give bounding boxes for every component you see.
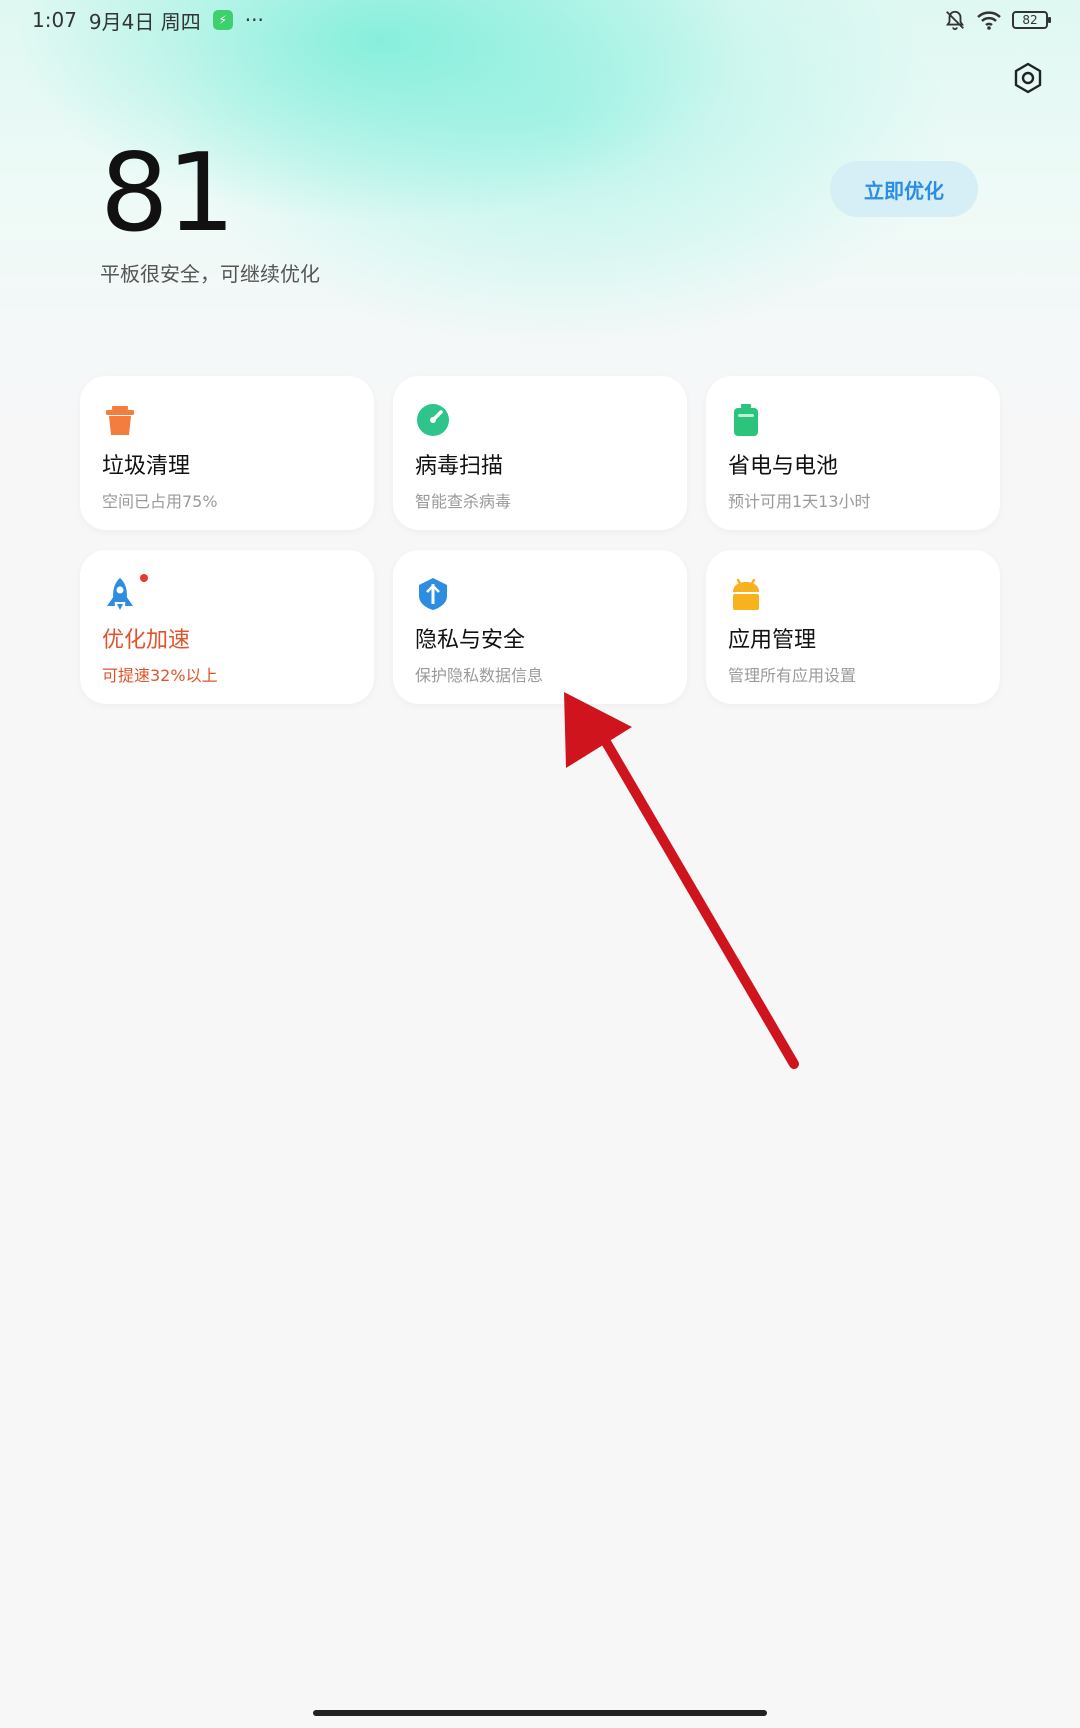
card-subtitle: 预计可用1天13小时	[728, 492, 871, 511]
mute-bell-icon	[945, 10, 965, 31]
virus-scan-card[interactable]: 病毒扫描 智能查杀病毒	[393, 376, 687, 530]
card-subtitle: 智能查杀病毒	[415, 492, 512, 511]
card-title: 隐私与安全	[415, 628, 526, 653]
battery-icon: 82	[1012, 11, 1051, 29]
shield-icon	[419, 578, 447, 610]
feature-grid: 垃圾清理 空间已占用75% 病毒扫描 智能查杀病毒 省电与电池 预计可用1天13…	[80, 376, 1000, 704]
security-status-text: 平板很安全，可继续优化	[100, 262, 320, 286]
optimize-now-button[interactable]: 立即优化	[830, 161, 978, 217]
battery-icon	[734, 404, 758, 436]
junk-cleanup-card[interactable]: 垃圾清理 空间已占用75%	[80, 376, 374, 530]
status-time: 1:07	[32, 8, 77, 32]
card-subtitle: 保护隐私数据信息	[415, 666, 544, 685]
android-icon	[733, 578, 759, 610]
status-bar: 1:07 9月4日 周四 ⚡ ··· 82	[0, 0, 1080, 40]
battery-saver-card[interactable]: 省电与电池 预计可用1天13小时	[706, 376, 1000, 530]
card-title: 应用管理	[728, 628, 817, 653]
settings-button[interactable]	[1008, 58, 1048, 98]
app-management-card[interactable]: 应用管理 管理所有应用设置	[706, 550, 1000, 704]
home-indicator[interactable]	[313, 1710, 767, 1716]
card-subtitle: 管理所有应用设置	[728, 666, 857, 685]
card-title: 省电与电池	[728, 454, 839, 479]
status-date: 9月4日 周四	[88, 9, 201, 34]
wifi-icon	[977, 11, 1001, 30]
speed-boost-card[interactable]: 优化加速 可提速32%以上	[80, 550, 374, 704]
scan-icon	[417, 404, 449, 436]
card-title: 垃圾清理	[102, 454, 191, 479]
security-app-icon: ⚡	[212, 10, 233, 30]
more-notifications-icon: ···	[244, 8, 264, 32]
arrow-shaft	[601, 737, 799, 1069]
card-subtitle: 空间已占用75%	[102, 492, 218, 511]
security-score: 81	[100, 131, 235, 256]
card-subtitle: 可提速32%以上	[102, 666, 218, 685]
notification-dot	[140, 574, 148, 582]
rocket-icon	[107, 578, 133, 610]
settings-hexagon-icon	[1014, 62, 1042, 94]
privacy-security-card[interactable]: 隐私与安全 保护隐私数据信息	[393, 550, 687, 704]
card-title: 病毒扫描	[415, 454, 504, 479]
trash-icon	[106, 406, 134, 435]
card-title: 优化加速	[102, 628, 191, 653]
